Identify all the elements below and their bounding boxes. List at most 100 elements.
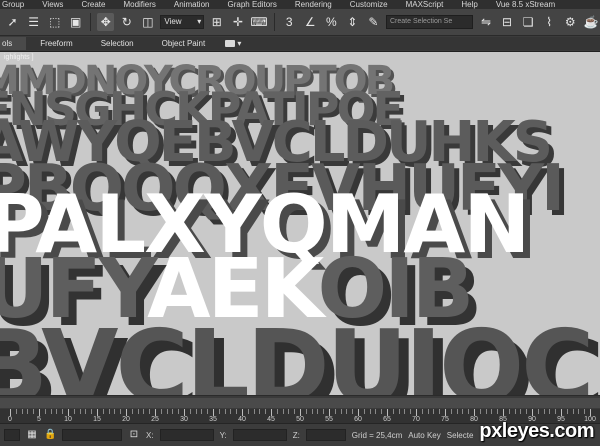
menu-vue-xstream[interactable]: Vue 8.5 xStream xyxy=(487,0,564,9)
timeline-tick xyxy=(323,409,325,414)
menu-rendering[interactable]: Rendering xyxy=(286,0,341,9)
timeline-tick xyxy=(439,409,441,414)
watermark-logo: pxleyes.com xyxy=(479,420,594,442)
timeline-tick xyxy=(387,409,388,416)
absolute-mode-icon[interactable]: ⊡ xyxy=(128,429,140,441)
menu-modifiers[interactable]: Modifiers xyxy=(114,0,164,9)
time-slider[interactable] xyxy=(0,398,600,408)
scale-icon[interactable]: ◫ xyxy=(139,13,156,31)
timeline-tick xyxy=(549,409,551,414)
timeline-tick xyxy=(537,409,539,414)
keyboard-shortcut-icon[interactable]: ⌨ xyxy=(250,13,267,31)
tab-selection[interactable]: Selection xyxy=(87,37,148,50)
auto-key-button[interactable]: Auto Key xyxy=(408,431,440,440)
z-coord-label: Z: xyxy=(292,430,300,440)
snap-icon[interactable]: 3 xyxy=(281,13,298,31)
y-coord-field[interactable] xyxy=(232,429,287,441)
timeline-tick xyxy=(404,409,406,414)
timeline-tick xyxy=(329,409,330,416)
timeline-tick xyxy=(311,409,313,414)
timeline-tick xyxy=(207,409,209,414)
graph-icon[interactable]: ⌇ xyxy=(541,13,558,31)
select-icon[interactable]: ➚ xyxy=(4,13,21,31)
menu-help[interactable]: Help xyxy=(452,0,486,9)
viewport-label[interactable]: ighlights ] xyxy=(4,54,34,61)
ribbon-pill-icon xyxy=(225,40,236,48)
maxscript-listener-box[interactable] xyxy=(4,429,20,441)
selected-dropdown[interactable]: Selecte xyxy=(447,431,474,440)
pivot-icon[interactable]: ⊞ xyxy=(208,13,225,31)
timeline-tick xyxy=(543,409,545,414)
z-coord-field[interactable] xyxy=(305,429,346,441)
timeline-tick xyxy=(108,409,110,414)
timeline-tick xyxy=(305,409,307,414)
timeline-tick xyxy=(340,409,342,414)
tab-freeform[interactable]: Freeform xyxy=(26,37,86,50)
timeline-tick xyxy=(218,409,220,414)
timeline-tick-label: 65 xyxy=(383,416,391,423)
render-setup-icon[interactable]: ⚙ xyxy=(562,13,579,31)
layer-icon[interactable]: ❏ xyxy=(520,13,537,31)
select-name-icon[interactable]: ☰ xyxy=(25,13,42,31)
timeline-tick xyxy=(15,409,17,414)
timeline-tick-label: 0 xyxy=(8,416,12,423)
timeline-tick xyxy=(282,409,284,414)
selection-set-input[interactable]: Create Selection Se xyxy=(385,15,474,29)
menu-animation[interactable]: Animation xyxy=(165,0,219,9)
menu-group[interactable]: Group xyxy=(0,0,33,9)
timeline-tick-label: 5 xyxy=(37,416,41,423)
timeline-tick xyxy=(352,409,354,414)
lock-icon[interactable]: 🔒 xyxy=(44,429,56,441)
timeline-tick xyxy=(236,409,238,414)
perspective-viewport[interactable]: ighlights ] MMDNOYCROUPTQB ENSGHCKPATIPO… xyxy=(0,51,600,395)
timeline-tick-label: 45 xyxy=(267,416,275,423)
edit-named-sets-icon[interactable]: ✎ xyxy=(365,13,382,31)
menu-create[interactable]: Create xyxy=(72,0,114,9)
timeline-tick xyxy=(120,409,122,414)
ribbon-tabs: ols Freeform Selection Object Paint ▾ xyxy=(0,37,600,50)
timeline-tick xyxy=(566,409,568,414)
timeline-tick-label: 15 xyxy=(93,416,101,423)
timeline-tick xyxy=(410,409,412,414)
align-icon[interactable]: ⊟ xyxy=(499,13,516,31)
tab-object-paint[interactable]: Object Paint xyxy=(148,37,220,50)
timeline-tick xyxy=(68,409,69,416)
grid-icon[interactable]: ▦ xyxy=(26,429,38,441)
timeline-tick xyxy=(27,409,29,414)
timeline-tick xyxy=(44,409,46,414)
ribbon-options-dropdown[interactable]: ▾ xyxy=(219,37,247,50)
tab-modeling-tools[interactable]: ols xyxy=(0,37,27,50)
timeline-tick xyxy=(433,409,435,414)
timeline-tick xyxy=(253,409,255,414)
y-coord-label: Y: xyxy=(219,430,227,440)
timeline-tick xyxy=(79,409,81,414)
toolbar-divider xyxy=(90,13,92,31)
angle-snap-icon[interactable]: ∠ xyxy=(302,13,319,31)
select-manipulate-icon[interactable]: ✛ xyxy=(229,13,246,31)
window-crossing-icon[interactable]: ▣ xyxy=(67,13,84,31)
menu-graph-editors[interactable]: Graph Editors xyxy=(218,0,285,9)
menu-customize[interactable]: Customize xyxy=(341,0,397,9)
timeline-tick xyxy=(468,409,470,414)
rotate-icon[interactable]: ↻ xyxy=(118,13,135,31)
menu-bar: Group Views Create Modifiers Animation G… xyxy=(0,0,600,9)
move-icon[interactable]: ✥ xyxy=(97,13,115,31)
timeline-tick xyxy=(514,409,516,414)
x-coord-field[interactable] xyxy=(159,429,214,441)
timeline-tick xyxy=(369,409,371,414)
render-icon[interactable]: ☕ xyxy=(583,13,600,31)
spinner-snap-icon[interactable]: ⇕ xyxy=(344,13,361,31)
menu-maxscript[interactable]: MAXScript xyxy=(397,0,453,9)
timeline-tick-label: 55 xyxy=(325,416,333,423)
timeline-tick xyxy=(178,409,180,414)
timeline-tick xyxy=(91,409,93,414)
percent-snap-icon[interactable]: % xyxy=(323,13,340,31)
timeline-tick xyxy=(10,409,11,416)
timeline-tick-label: 50 xyxy=(296,416,304,423)
timeline-tick xyxy=(561,409,562,416)
reference-coord-select[interactable]: View xyxy=(160,15,205,29)
mirror-icon[interactable]: ⇋ xyxy=(477,13,494,31)
timeline-tick xyxy=(33,409,35,414)
rect-region-icon[interactable]: ⬚ xyxy=(46,13,63,31)
menu-views[interactable]: Views xyxy=(33,0,72,9)
